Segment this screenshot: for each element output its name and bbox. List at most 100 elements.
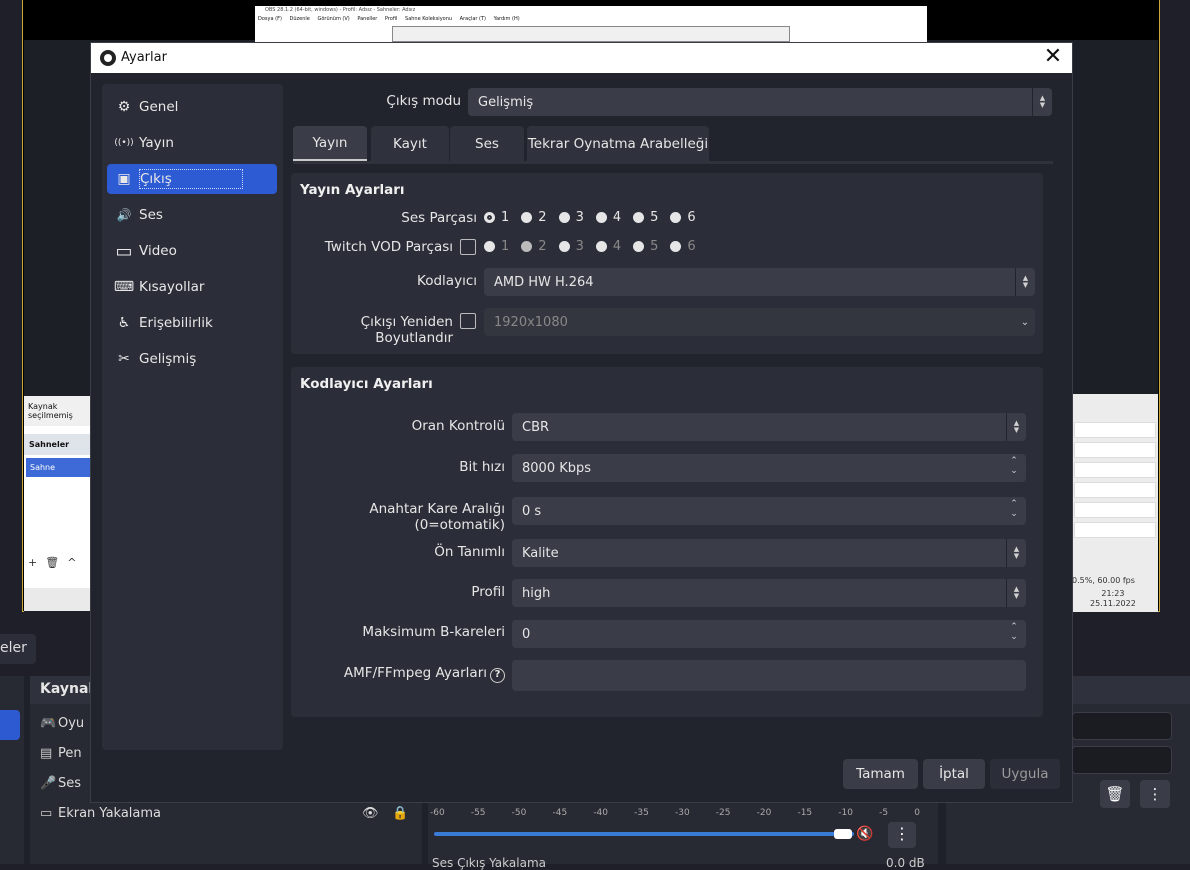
sidebar-item-kisayollar[interactable]: ⌨ Kısayollar [107,272,277,302]
source-item[interactable]: 🎤 Ses [40,776,81,796]
more-options-icon[interactable]: ⋮ [1140,780,1170,808]
antenna-icon: ((•)) [114,138,134,148]
gear-icon: ⚙ [117,99,131,115]
background-inner-scenes: Kaynak seçilmemiş Sahneler Sahne + 🗑 ^ [24,396,92,611]
meter-label: Ses Çıkış Yakalama [432,856,546,870]
dock-panel-scenes [0,676,24,864]
sidebar-item-label: Yayın [139,135,174,151]
radio-label: 5 [650,210,659,225]
rescale-select: 1920x1080 ⌄ [484,308,1035,336]
audio-track-option[interactable]: 1 [484,210,509,225]
lock-icon[interactable]: 🔒 [392,806,408,821]
bframes-label: Maksimum B-kareleri [362,624,505,640]
tab-kayit[interactable]: Kayıt [371,126,449,161]
radio-label: 6 [687,239,696,254]
controls-combo[interactable] [1072,712,1172,740]
ok-button[interactable]: Tamam [843,759,918,789]
radio[interactable] [670,212,682,223]
audio-meter: -60 -55 -50 -45 -40 -35 -30 -25 -20 -15 … [430,800,928,870]
spin-arrows-icon[interactable]: ⌃ ⌄ [1008,499,1020,523]
sidebar-item-video[interactable]: ▭ Video [107,236,277,266]
apply-button[interactable]: Uygula [990,759,1060,789]
keyframe-label: Anahtar Kare Aralığı (0=otomatik) [369,501,505,533]
encoder-settings-title: Kodlayıcı Ayarları [300,376,433,392]
meter-tick: -10 [838,808,853,818]
sidebar-item-erisebilirlik[interactable]: ♿ Erişebilirlik [107,308,277,338]
encoder-select[interactable]: AMD HW H.264 ▲ ▼ [484,268,1035,296]
bframes-spinbox[interactable]: 0 ⌃ ⌄ [512,620,1026,648]
sidebar-item-yayin[interactable]: ((•)) Yayın [107,128,277,158]
audio-track-label: Ses Parçası [401,210,477,226]
help-icon[interactable]: ? [490,668,505,683]
stream-settings-title: Yayın Ayarları [300,182,405,198]
muted-speaker-icon[interactable]: 🔇 [856,826,873,842]
profile-select[interactable]: high ▲ ▼ [512,579,1026,607]
volume-slider-handle[interactable] [834,829,852,839]
radio-checked[interactable] [484,212,495,223]
spin-arrows-icon[interactable]: ⌃ ⌄ [1008,456,1020,480]
meter-tick: -35 [634,808,649,818]
bframes-value: 0 [522,626,531,642]
radio [558,241,570,252]
updown-arrows-icon: ▲ ▼ [1015,268,1035,296]
sidebar-item-label: Genel [139,99,179,115]
audio-track-option[interactable]: 6 [670,210,696,225]
twitch-vod-label: Twitch VOD Parçası [324,239,453,255]
sidebar-item-cikis[interactable]: ▣ Çıkış [107,164,277,194]
keyframe-spinbox[interactable]: 0 s ⌃ ⌄ [512,497,1026,525]
output-mode-label: Çıkış modu [386,93,461,109]
bitrate-spinbox[interactable]: 8000 Kbps ⌃ ⌄ [512,454,1026,482]
eye-icon[interactable]: 👁 [362,806,379,821]
radio-label: 5 [650,239,659,254]
volume-slider[interactable] [434,832,854,836]
output-mode-select[interactable]: Gelişmiş ▲ ▼ [468,88,1052,116]
audio-track-option[interactable]: 2 [521,210,547,225]
more-options-icon[interactable]: ⋮ [888,822,916,848]
radio [595,241,607,252]
radio-label: 3 [575,210,584,225]
preset-select[interactable]: Kalite ▲ ▼ [512,539,1026,567]
trash-icon[interactable]: 🗑 [1100,780,1130,808]
tab-yayin[interactable]: Yayın [293,126,367,161]
rescale-checkbox[interactable] [460,313,476,329]
sidebar-item-label: Kısayollar [139,279,205,295]
twitch-vod-checkbox[interactable] [460,239,476,255]
close-icon[interactable]: ✕ [1040,45,1066,71]
chevron-down-icon: ⌄ [1020,316,1030,328]
audio-track-option[interactable]: 4 [595,210,621,225]
twitch-vod-option: 3 [558,239,584,254]
radio[interactable] [633,212,645,223]
radio[interactable] [521,212,533,223]
source-item[interactable]: 🎮 Oyu [40,716,84,736]
source-item[interactable]: ▤ Pen [40,746,82,766]
meter-tick: -15 [797,808,813,818]
audio-track-option[interactable]: 3 [558,210,584,225]
sidebar-item-gelismis[interactable]: ✂ Gelişmiş [107,344,277,374]
controls-combo[interactable] [1072,746,1172,774]
tab-replay-buffer[interactable]: Tekrar Oynatma Arabelleği [527,126,709,161]
radio-label: 4 [612,239,622,254]
sidebar-item-genel[interactable]: ⚙ Genel [107,92,277,122]
amf-settings-label-row: AMF/FFmpeg Ayarları? [291,665,505,683]
output-icon: ▣ [117,171,131,187]
speaker-icon: 🔊 [116,208,132,222]
amf-settings-input[interactable] [512,660,1026,691]
radio [521,241,533,252]
spin-arrows-icon[interactable]: ⌃ ⌄ [1008,622,1020,646]
encoder-value: AMD HW H.264 [494,274,594,290]
radio[interactable] [558,212,570,223]
cancel-button[interactable]: İptal [923,759,985,789]
updown-arrows-icon: ▲ ▼ [1032,88,1052,116]
meter-tick: -5 [879,808,889,818]
background-scenes-tab[interactable]: eler [0,634,36,664]
rate-control-select[interactable]: CBR ▲ ▼ [512,413,1026,441]
audio-track-option[interactable]: 5 [633,210,658,225]
meter-tick: -40 [593,808,609,818]
source-item[interactable]: ▭ Ekran Yakalama 👁 🔒 [40,806,420,826]
dialog-titlebar: Ayarlar ✕ [91,43,1072,73]
tab-ses[interactable]: Ses [450,126,524,161]
right-panel-row [1074,442,1156,458]
monitor-icon: ▭ [40,806,53,821]
radio[interactable] [595,212,607,223]
sidebar-item-ses[interactable]: 🔊 Ses [107,200,277,230]
